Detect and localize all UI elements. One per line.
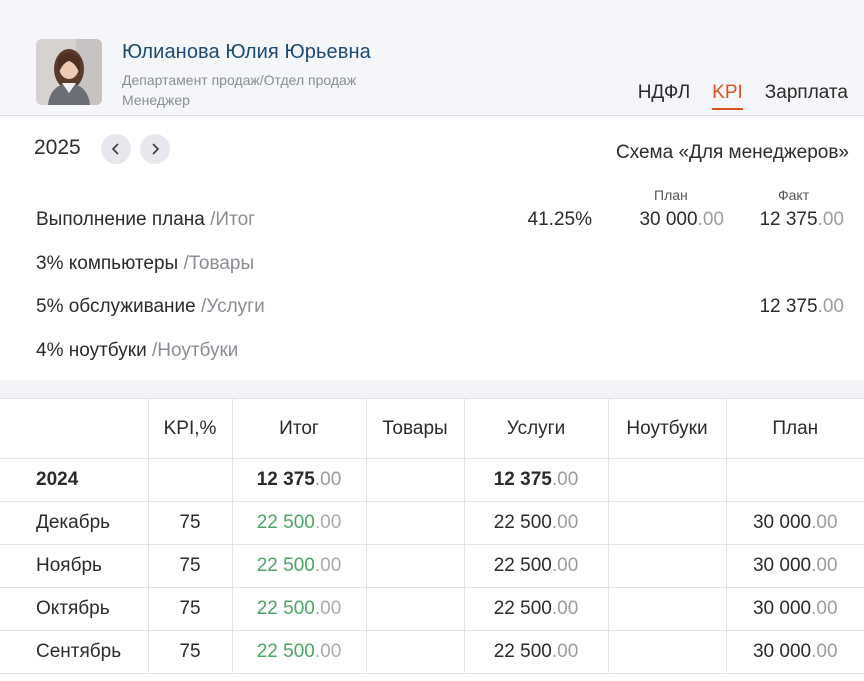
kpi-summary-row: 5% обслуживание /Услуги 12 375.00 [0,296,864,326]
column-header: Товары [365,398,465,459]
kpi-summary-row: 3% компьютеры /Товары [0,253,864,283]
chevron-right-icon [152,143,160,155]
column-header: Услуги [463,398,609,459]
column-header [0,398,149,459]
column-header: KPI,% [147,398,233,459]
fact-column-header: Факт [778,187,810,203]
table-row[interactable]: Ноябрь 75 22 500.00 22 500.00 30 000.00 [0,544,864,588]
employee-name: Юлианова Юлия Юрьевна [122,41,371,63]
chevron-left-icon [111,143,119,155]
year-cell: 2024 [0,458,149,502]
tab-ndfl[interactable]: НДФЛ [638,82,690,110]
avatar [36,39,102,105]
table-header-row: KPI,% Итог Товары Услуги Ноутбуки План [0,398,864,459]
month-cell: Сентябрь [0,630,149,674]
tab-kpi[interactable]: KPI [712,82,743,110]
kpi-fact-value: 12 375.00 [759,209,844,230]
total-cell: 12 375.00 [231,458,367,502]
column-header: План [725,398,864,459]
month-cell: Декабрь [0,501,149,545]
plan-column-header: План [654,187,688,203]
year-label: 2025 [34,136,81,159]
tab-salary[interactable]: Зарплата [765,82,848,110]
kpi-cell: 75 [147,630,233,674]
services-cell: 12 375.00 [463,458,609,502]
employee-header: Юлианова Юлия Юрьевна Департамент продаж… [0,0,864,116]
table-year-row[interactable]: 2024 12 375.00 12 375.00 [0,458,864,502]
plan-cell: 30 000.00 [725,501,864,545]
total-cell: 22 500.00 [231,544,367,588]
services-cell: 22 500.00 [463,501,609,545]
kpi-name: Выполнение плана [36,209,205,230]
services-cell: 22 500.00 [463,544,609,588]
kpi-category: /Товары [183,253,255,274]
plan-cell: 30 000.00 [725,630,864,674]
kpi-category: /Услуги [201,296,265,317]
month-cell: Ноябрь [0,544,149,588]
plan-cell: 30 000.00 [725,587,864,631]
table-row[interactable]: Декабрь 75 22 500.00 22 500.00 30 000.00 [0,501,864,545]
kpi-name: 5% обслуживание [36,296,196,317]
table-row[interactable]: Сентябрь 75 22 500.00 22 500.00 30 000.0… [0,630,864,674]
kpi-cell: 75 [147,587,233,631]
month-cell: Октябрь [0,587,149,631]
kpi-scheme-title: Схема «Для менеджеров» [615,142,849,163]
kpi-plan-value: 30 000.00 [639,209,724,230]
total-cell: 22 500.00 [231,630,367,674]
column-header: Итог [231,398,367,459]
employee-department: Департамент продаж/Отдел продаж [122,72,357,88]
tabs: НДФЛ KPI Зарплата [616,82,848,110]
services-cell: 22 500.00 [463,587,609,631]
kpi-cell: 75 [147,544,233,588]
total-cell: 22 500.00 [231,587,367,631]
services-cell: 22 500.00 [463,630,609,674]
kpi-fact-value: 12 375.00 [759,296,844,317]
plan-cell: 30 000.00 [725,544,864,588]
kpi-name: 4% ноутбуки [36,340,147,361]
kpi-summary-row: Выполнение плана /Итог 41.25% 30 000.00 … [0,209,864,239]
prev-year-button[interactable] [101,134,131,164]
table-row[interactable]: Октябрь 75 22 500.00 22 500.00 30 000.00 [0,587,864,631]
kpi-category: /Ноутбуки [151,340,239,361]
employee-position: Менеджер [122,92,190,108]
next-year-button[interactable] [140,134,170,164]
kpi-summary-row: 4% ноутбуки /Ноутбуки [0,340,864,370]
total-cell: 22 500.00 [231,501,367,545]
kpi-category: /Итог [210,209,256,230]
kpi-cell: 75 [147,501,233,545]
column-header: Ноутбуки [607,398,727,459]
section-divider [0,380,864,398]
kpi-name: 3% компьютеры [36,253,179,274]
kpi-monthly-table: KPI,% Итог Товары Услуги Ноутбуки План 2… [0,398,864,674]
kpi-percent: 41.25% [527,209,592,230]
